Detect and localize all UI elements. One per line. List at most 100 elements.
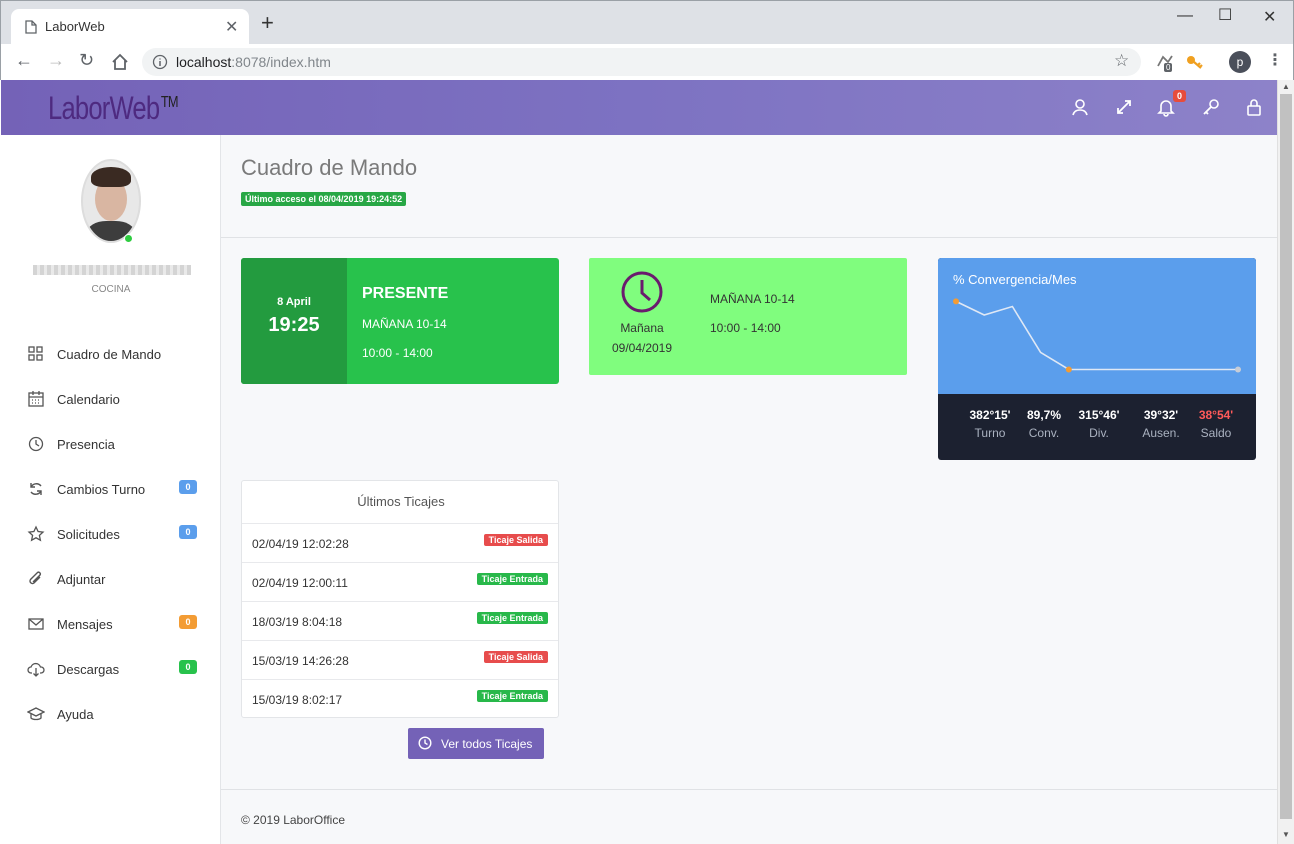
online-status-dot — [124, 234, 133, 243]
extension-badge: 0 — [1164, 63, 1173, 72]
sidebar-item-label: Presencia — [57, 437, 115, 452]
ticket-date: 02/04/19 12:02:28 — [252, 537, 349, 551]
sidebar-item-adjuntar[interactable]: Adjuntar — [1, 568, 221, 592]
tickets-list: Últimos Ticajes 02/04/19 12:02:28 Ticaje … — [241, 480, 559, 718]
sidebar-item-cambios-turno[interactable]: Cambios Turno 0 — [1, 478, 221, 502]
sidebar-item-ayuda[interactable]: Ayuda — [1, 703, 221, 727]
convergence-line-chart — [953, 298, 1241, 373]
copyright: © 2019 LaborOffice — [241, 813, 346, 827]
sidebar-item-solicitudes[interactable]: Solicitudes 0 — [1, 523, 221, 547]
button-label: Ver todos Ticajes — [441, 737, 533, 751]
clock-icon — [28, 436, 44, 452]
tickets-panel: Últimos Ticajes 02/04/19 12:02:28 Ticaje … — [241, 480, 559, 768]
ticket-date: 15/03/19 14:26:28 — [252, 654, 349, 668]
ticket-row: 15/03/19 14:26:28 Ticaje Salida — [242, 640, 558, 679]
grid-icon — [28, 346, 43, 361]
user-name-blurred — [33, 265, 191, 275]
home-icon[interactable] — [111, 53, 129, 71]
sidebar-item-descargas[interactable]: Descargas 0 — [1, 658, 221, 682]
key-extension-icon[interactable] — [1185, 52, 1205, 72]
page-title: Cuadro de Mando — [241, 155, 418, 180]
sidebar-item-calendario[interactable]: Calendario — [1, 388, 221, 412]
cloud-download-icon — [27, 662, 45, 677]
back-icon[interactable]: ← — [15, 50, 33, 71]
ticket-row: 15/03/19 8:02:17 Ticaje Entrada — [242, 679, 558, 718]
browser-tab[interactable]: LaborWeb ✕ — [11, 9, 249, 45]
key-icon[interactable] — [1201, 97, 1221, 117]
user-icon[interactable] — [1070, 97, 1090, 117]
stat-ausen: 39°32' Ausen. — [1142, 408, 1180, 440]
star-icon — [27, 525, 45, 542]
fullscreen-icon[interactable] — [1114, 97, 1134, 117]
main-content: Cuadro de Mando Último acceso el 08/04/2… — [221, 135, 1277, 844]
sidebar-item-label: Cambios Turno — [57, 482, 146, 497]
sidebar-item-label: Solicitudes — [57, 527, 120, 542]
tickets-title: Últimos Ticajes — [357, 494, 445, 509]
sidebar-item-label: Mensajes — [57, 617, 113, 632]
last-access-badge: Último acceso el 08/04/2019 19:24:52 — [241, 192, 407, 206]
next-date: 09/04/2019 — [611, 341, 673, 355]
tab-title: LaborWeb — [45, 19, 105, 34]
new-tab-icon[interactable]: + — [261, 12, 274, 34]
forward-icon[interactable]: → — [47, 50, 65, 71]
scroll-up-icon[interactable]: ▲ — [1282, 82, 1290, 91]
ticket-row: 02/04/19 12:02:28 Ticaje Salida — [242, 523, 558, 562]
next-shift-card: Mañana 09/04/2019 MAÑANA 10-14 10:00 - 1… — [589, 258, 907, 375]
sidebar-item-label: Ayuda — [57, 707, 94, 722]
paperclip-icon — [29, 571, 41, 585]
current-date: 8 April — [277, 296, 311, 308]
url-text: localhost:8078/index.htm — [176, 54, 331, 70]
sidebar-item-label: Calendario — [57, 392, 120, 407]
data-point — [953, 298, 959, 305]
browser-tab-strip: LaborWeb ✕ + — ☐ ✕ — [0, 0, 1294, 45]
stat-conv: 89,7% Conv. — [1026, 408, 1062, 440]
page-scrollbar[interactable]: ▲ ▼ — [1277, 80, 1294, 844]
footer: © 2019 LaborOffice — [221, 789, 1277, 844]
app-logo[interactable]: LaborWeb TM — [48, 90, 179, 127]
scroll-down-icon[interactable]: ▼ — [1282, 830, 1290, 839]
sidebar-item-label: Descargas — [57, 662, 120, 677]
ticket-type-badge: Ticaje Salida — [483, 651, 548, 663]
count-badge: 0 — [179, 660, 197, 674]
ticket-type-badge: Ticaje Salida — [483, 534, 548, 546]
app-container: LaborWeb TM 0 COCINA Cuadro de Mando Cale… — [1, 80, 1277, 844]
page-icon — [25, 20, 37, 34]
bookmark-star-icon[interactable]: ☆ — [1114, 51, 1129, 71]
lock-icon[interactable] — [1244, 97, 1264, 117]
reload-icon[interactable]: ↻ — [79, 50, 94, 71]
minimize-icon[interactable]: — — [1177, 7, 1193, 25]
count-badge: 0 — [179, 615, 197, 629]
stat-div: 315°46' Div. — [1078, 408, 1120, 440]
data-point — [1235, 366, 1241, 373]
stat-turno: 382°15' Turno — [969, 408, 1011, 440]
ticket-date: 02/04/19 12:00:11 — [252, 576, 348, 590]
address-bar[interactable]: localhost:8078/index.htm ☆ — [142, 48, 1141, 76]
info-icon[interactable] — [152, 54, 168, 70]
maximize-icon[interactable]: ☐ — [1218, 5, 1232, 25]
envelope-icon — [28, 618, 44, 630]
browser-toolbar: ← → ↻ localhost:8078/index.htm ☆ 0 p ⋮ — [0, 44, 1294, 80]
tab-close-icon[interactable]: ✕ — [225, 17, 238, 37]
ticket-type-badge: Ticaje Entrada — [476, 612, 548, 624]
stat-saldo: 38°54' Saldo — [1198, 408, 1234, 440]
scrollbar-thumb[interactable] — [1280, 94, 1292, 819]
sidebar-item-mensajes[interactable]: Mensajes 0 — [1, 613, 221, 637]
series-line — [955, 300, 1238, 371]
avatar — [81, 159, 141, 243]
sidebar: COCINA Cuadro de Mando Calendario Presen… — [1, 135, 221, 844]
sidebar-item-label: Adjuntar — [57, 572, 106, 587]
clock-icon — [418, 736, 432, 750]
sidebar-item-label: Cuadro de Mando — [57, 347, 162, 362]
shift-name: MAÑANA 10-14 — [710, 292, 795, 306]
shift-name: MAÑANA 10-14 — [362, 317, 447, 331]
profile-avatar[interactable]: p — [1229, 51, 1251, 73]
view-all-tickets-button[interactable]: Ver todos Ticajes — [408, 728, 544, 759]
data-point — [1065, 366, 1072, 373]
ticket-type-badge: Ticaje Entrada — [476, 690, 548, 702]
next-day-label: Mañana — [620, 321, 664, 335]
close-window-icon[interactable]: ✕ — [1263, 7, 1276, 27]
browser-menu-icon[interactable]: ⋮ — [1267, 50, 1283, 70]
sidebar-item-presencia[interactable]: Presencia — [1, 433, 221, 457]
sidebar-item-cuadro-de-mando[interactable]: Cuadro de Mando — [1, 343, 221, 367]
ticket-row: 02/04/19 12:00:11 Ticaje Entrada — [242, 562, 558, 601]
